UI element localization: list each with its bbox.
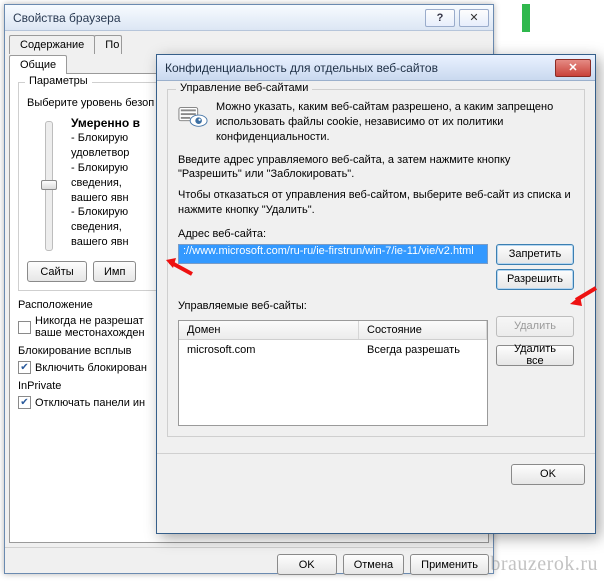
parent-ok-button[interactable]: OK (277, 554, 337, 575)
block-button[interactable]: Запретить (496, 244, 574, 265)
site-address-input[interactable]: ://www.microsoft.com/ru-ru/ie-firstrun/w… (178, 244, 488, 264)
child-ok-button[interactable]: OK (511, 464, 585, 485)
list-header: Домен Состояние (179, 321, 487, 340)
parent-cancel-button[interactable]: Отмена (343, 554, 404, 575)
tab-partial[interactable]: По (94, 35, 122, 54)
disable-panels-label: Отключать панели ин (35, 397, 145, 409)
manage-sites-legend: Управление веб-сайтами (176, 82, 312, 94)
list-row[interactable]: microsoft.com Всегда разрешать (179, 340, 487, 360)
settings-legend: Параметры (25, 75, 92, 87)
privacy-eye-icon (178, 102, 208, 130)
child-title: Конфиденциальность для отдельных веб-сай… (165, 61, 438, 75)
info-text-3: Чтобы отказаться от управления веб-сайто… (178, 188, 574, 218)
managed-sites-label: Управляемые веб-сайты: (178, 300, 574, 312)
import-button[interactable]: Имп (93, 261, 136, 282)
slider-thumb[interactable] (41, 180, 57, 190)
managed-sites-list[interactable]: Домен Состояние microsoft.com Всегда раз… (178, 320, 488, 426)
child-close-button[interactable]: ✕ (555, 59, 591, 77)
allow-button[interactable]: Разрешить (496, 269, 574, 290)
cell-domain: microsoft.com (179, 340, 359, 360)
info-text-1: Можно указать, каким веб-сайтам разрешен… (216, 100, 574, 145)
your-location-label: ваше местонахожден (35, 327, 145, 339)
tabs-row-1: Содержание По (5, 31, 493, 54)
delete-button: Удалить (496, 316, 574, 337)
col-state[interactable]: Состояние (359, 321, 487, 339)
child-titlebar[interactable]: Конфиденциальность для отдельных веб-сай… (157, 55, 595, 81)
help-button[interactable]: ? (425, 9, 455, 27)
tab-content[interactable]: Содержание (9, 35, 95, 54)
tab-general[interactable]: Общие (9, 55, 67, 74)
enable-blocking-label: Включить блокирован (35, 362, 147, 374)
enable-blocking-checkbox[interactable]: ✔ (18, 361, 31, 374)
child-dialog-buttons: OK (157, 453, 595, 495)
close-button[interactable]: ✕ (459, 9, 489, 27)
manage-sites-group: Управление веб-сайтами Можно указать, ка… (167, 89, 585, 437)
cell-state: Всегда разрешать (359, 340, 487, 360)
never-allow-checkbox[interactable] (18, 321, 31, 334)
parent-apply-button[interactable]: Применить (410, 554, 489, 575)
per-site-privacy-dialog: Конфиденциальность для отдельных веб-сай… (156, 54, 596, 534)
sites-button[interactable]: Сайты (27, 261, 87, 282)
privacy-slider[interactable] (45, 121, 53, 251)
address-label: Адрес веб-сайта: (178, 228, 574, 240)
col-domain[interactable]: Домен (179, 321, 359, 339)
never-allow-label: Никогда не разрешат (35, 315, 145, 327)
parent-title: Свойства браузера (13, 11, 121, 25)
decorative-marker (522, 4, 530, 32)
watermark: brauzerok.ru (490, 553, 598, 576)
disable-panels-checkbox[interactable]: ✔ (18, 396, 31, 409)
delete-all-button[interactable]: Удалить все (496, 345, 574, 366)
parent-titlebar[interactable]: Свойства браузера ? ✕ (5, 5, 493, 31)
parent-dialog-buttons: OK Отмена Применить (5, 547, 493, 581)
info-text-2: Введите адрес управляемого веб-сайта, а … (178, 153, 574, 183)
